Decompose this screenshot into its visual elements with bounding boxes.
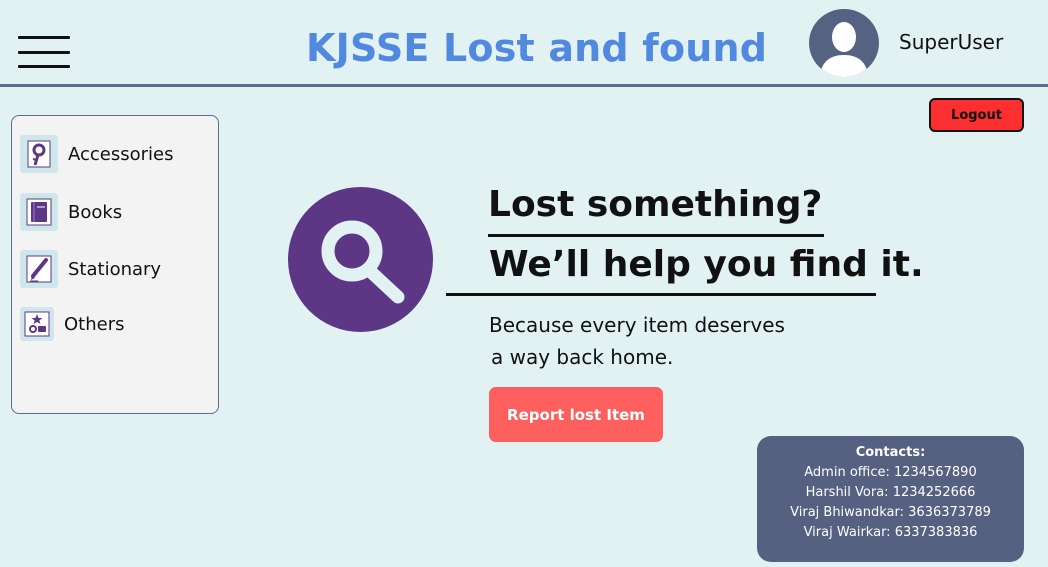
contacts-panel: Contacts: Admin office: 1234567890 Harsh… bbox=[757, 436, 1024, 562]
sidebar-item-books[interactable]: Books bbox=[20, 193, 122, 231]
key-icon bbox=[20, 135, 58, 173]
hamburger-menu-icon[interactable] bbox=[18, 36, 70, 68]
app-title: KJSSE Lost and found bbox=[306, 26, 768, 70]
report-lost-item-button[interactable]: Report lost Item bbox=[489, 387, 663, 442]
hamburger-line bbox=[18, 65, 70, 68]
sidebar-item-label: Books bbox=[68, 201, 123, 223]
header-divider bbox=[0, 84, 1048, 87]
headline-underline bbox=[488, 234, 824, 237]
sidebar-item-stationary[interactable]: Stationary bbox=[20, 250, 161, 288]
hamburger-line bbox=[18, 50, 70, 54]
contact-line: Harshil Vora: 1234252666 bbox=[805, 485, 976, 500]
sidebar-item-label: Accessories bbox=[68, 143, 174, 165]
avatar-silhouette bbox=[820, 22, 868, 77]
headline-underline bbox=[446, 293, 876, 296]
sidebar-item-label: Others bbox=[64, 313, 125, 335]
contacts-title: Contacts: bbox=[855, 445, 926, 460]
username: SuperUser bbox=[899, 30, 1004, 54]
logout-button[interactable]: Logout bbox=[929, 98, 1024, 132]
user-avatar-icon[interactable] bbox=[809, 9, 879, 77]
sidebar-item-accessories[interactable]: Accessories bbox=[20, 135, 174, 173]
contact-line: Admin office: 1234567890 bbox=[804, 465, 977, 480]
pen-icon bbox=[20, 250, 58, 288]
hero-headline-2: We’ll help you find it. bbox=[489, 244, 924, 285]
sidebar-item-others[interactable]: Others bbox=[20, 307, 125, 341]
contact-line: Viraj Bhiwandkar: 3636373789 bbox=[790, 505, 991, 520]
hero-headline-1: Lost something? bbox=[488, 184, 823, 225]
contact-line: Viraj Wairkar: 6337383836 bbox=[803, 525, 978, 540]
misc-items-icon bbox=[20, 307, 54, 341]
hero-subtext-1: Because every item deserves bbox=[489, 313, 785, 337]
hamburger-line bbox=[18, 36, 70, 39]
search-icon bbox=[288, 187, 433, 332]
category-sidebar: Accessories Books Stationary Others bbox=[11, 115, 219, 414]
hero-subtext-2: a way back home. bbox=[491, 345, 674, 369]
sidebar-item-label: Stationary bbox=[68, 258, 162, 280]
book-icon bbox=[20, 193, 58, 231]
